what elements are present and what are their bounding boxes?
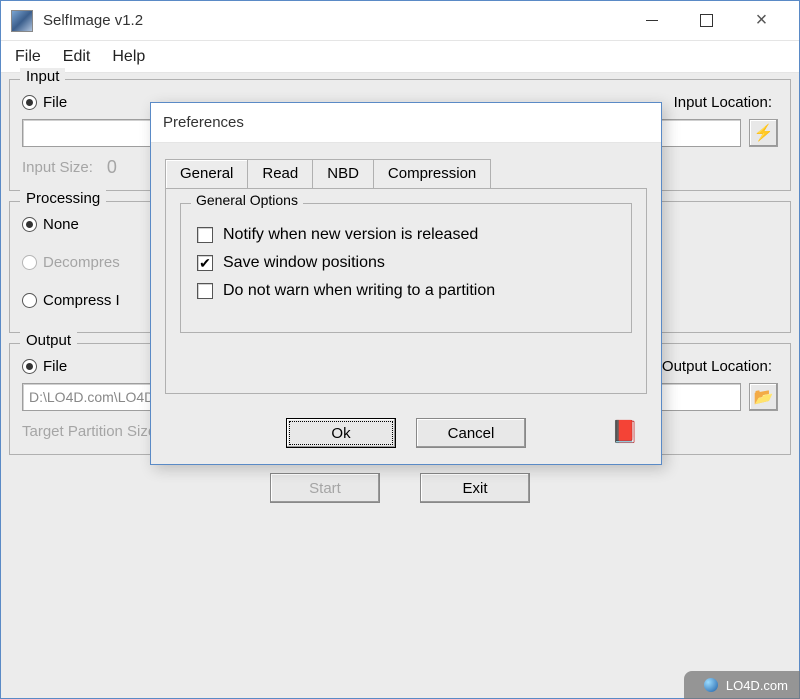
close-button[interactable]: × (734, 1, 789, 41)
tab-panel-general: General Options Notify when new version … (165, 188, 647, 394)
menubar: File Edit Help (1, 41, 799, 73)
minimize-button[interactable] (624, 1, 679, 41)
output-radio-file[interactable]: File (22, 358, 67, 375)
dialog-tabs: General Read NBD Compression (165, 159, 647, 188)
tab-nbd[interactable]: NBD (312, 159, 374, 188)
dialog-button-row: Ok Cancel 📕 (151, 408, 661, 464)
check-no-warn-partition[interactable]: Do not warn when writing to a partition (197, 282, 615, 300)
maximize-button[interactable] (679, 1, 734, 41)
bottom-bar: Start Exit (9, 465, 791, 511)
menu-file[interactable]: File (15, 48, 41, 66)
checkbox-icon: ✔ (197, 255, 213, 271)
general-options-legend: General Options (191, 192, 303, 208)
tab-read[interactable]: Read (247, 159, 313, 188)
watermark: LO4D.com (684, 671, 800, 699)
checkbox-icon (197, 227, 213, 243)
input-size-label: Input Size: (22, 159, 93, 176)
lightning-icon: ⚡ (754, 123, 774, 143)
folder-open-icon: 📂 (754, 387, 774, 407)
window-title: SelfImage v1.2 (43, 12, 143, 29)
dialog-title: Preferences (163, 114, 244, 131)
ok-button[interactable]: Ok (286, 418, 396, 448)
checkbox-icon (197, 283, 213, 299)
processing-radio-decompress: Decompres (22, 254, 120, 271)
menu-help[interactable]: Help (112, 48, 145, 66)
tab-compression[interactable]: Compression (373, 159, 491, 188)
dialog-titlebar: Preferences (151, 103, 661, 143)
processing-radio-compress[interactable]: Compress I (22, 292, 120, 309)
processing-legend: Processing (20, 190, 106, 207)
input-location-label: Input Location: (658, 94, 778, 111)
cancel-button[interactable]: Cancel (416, 418, 526, 448)
app-icon (11, 10, 33, 32)
input-radio-file[interactable]: File (22, 94, 67, 111)
general-options-group: General Options Notify when new version … (180, 203, 632, 333)
check-notify-version[interactable]: Notify when new version is released (197, 226, 615, 244)
input-legend: Input (20, 68, 65, 85)
output-legend: Output (20, 332, 77, 349)
globe-icon (704, 678, 718, 692)
check-save-positions[interactable]: ✔ Save window positions (197, 254, 615, 272)
watermark-text: LO4D.com (726, 678, 788, 693)
preferences-dialog: Preferences General Read NBD Compression… (150, 102, 662, 465)
exit-button[interactable]: Exit (420, 473, 530, 503)
target-size-label: Target Partition Size: (22, 423, 160, 440)
titlebar: SelfImage v1.2 × (1, 1, 799, 41)
help-book-icon[interactable]: 📕 (611, 418, 639, 446)
output-location-label: Output Location: (658, 358, 778, 375)
tab-general[interactable]: General (165, 159, 248, 188)
start-button: Start (270, 473, 380, 503)
input-browse-action-button[interactable]: ⚡ (749, 119, 778, 147)
input-radio-file-label: File (43, 94, 67, 111)
menu-edit[interactable]: Edit (63, 48, 91, 66)
processing-radio-none[interactable]: None (22, 216, 79, 233)
input-size-value: 0 (107, 157, 117, 178)
output-browse-button[interactable]: 📂 (749, 383, 778, 411)
